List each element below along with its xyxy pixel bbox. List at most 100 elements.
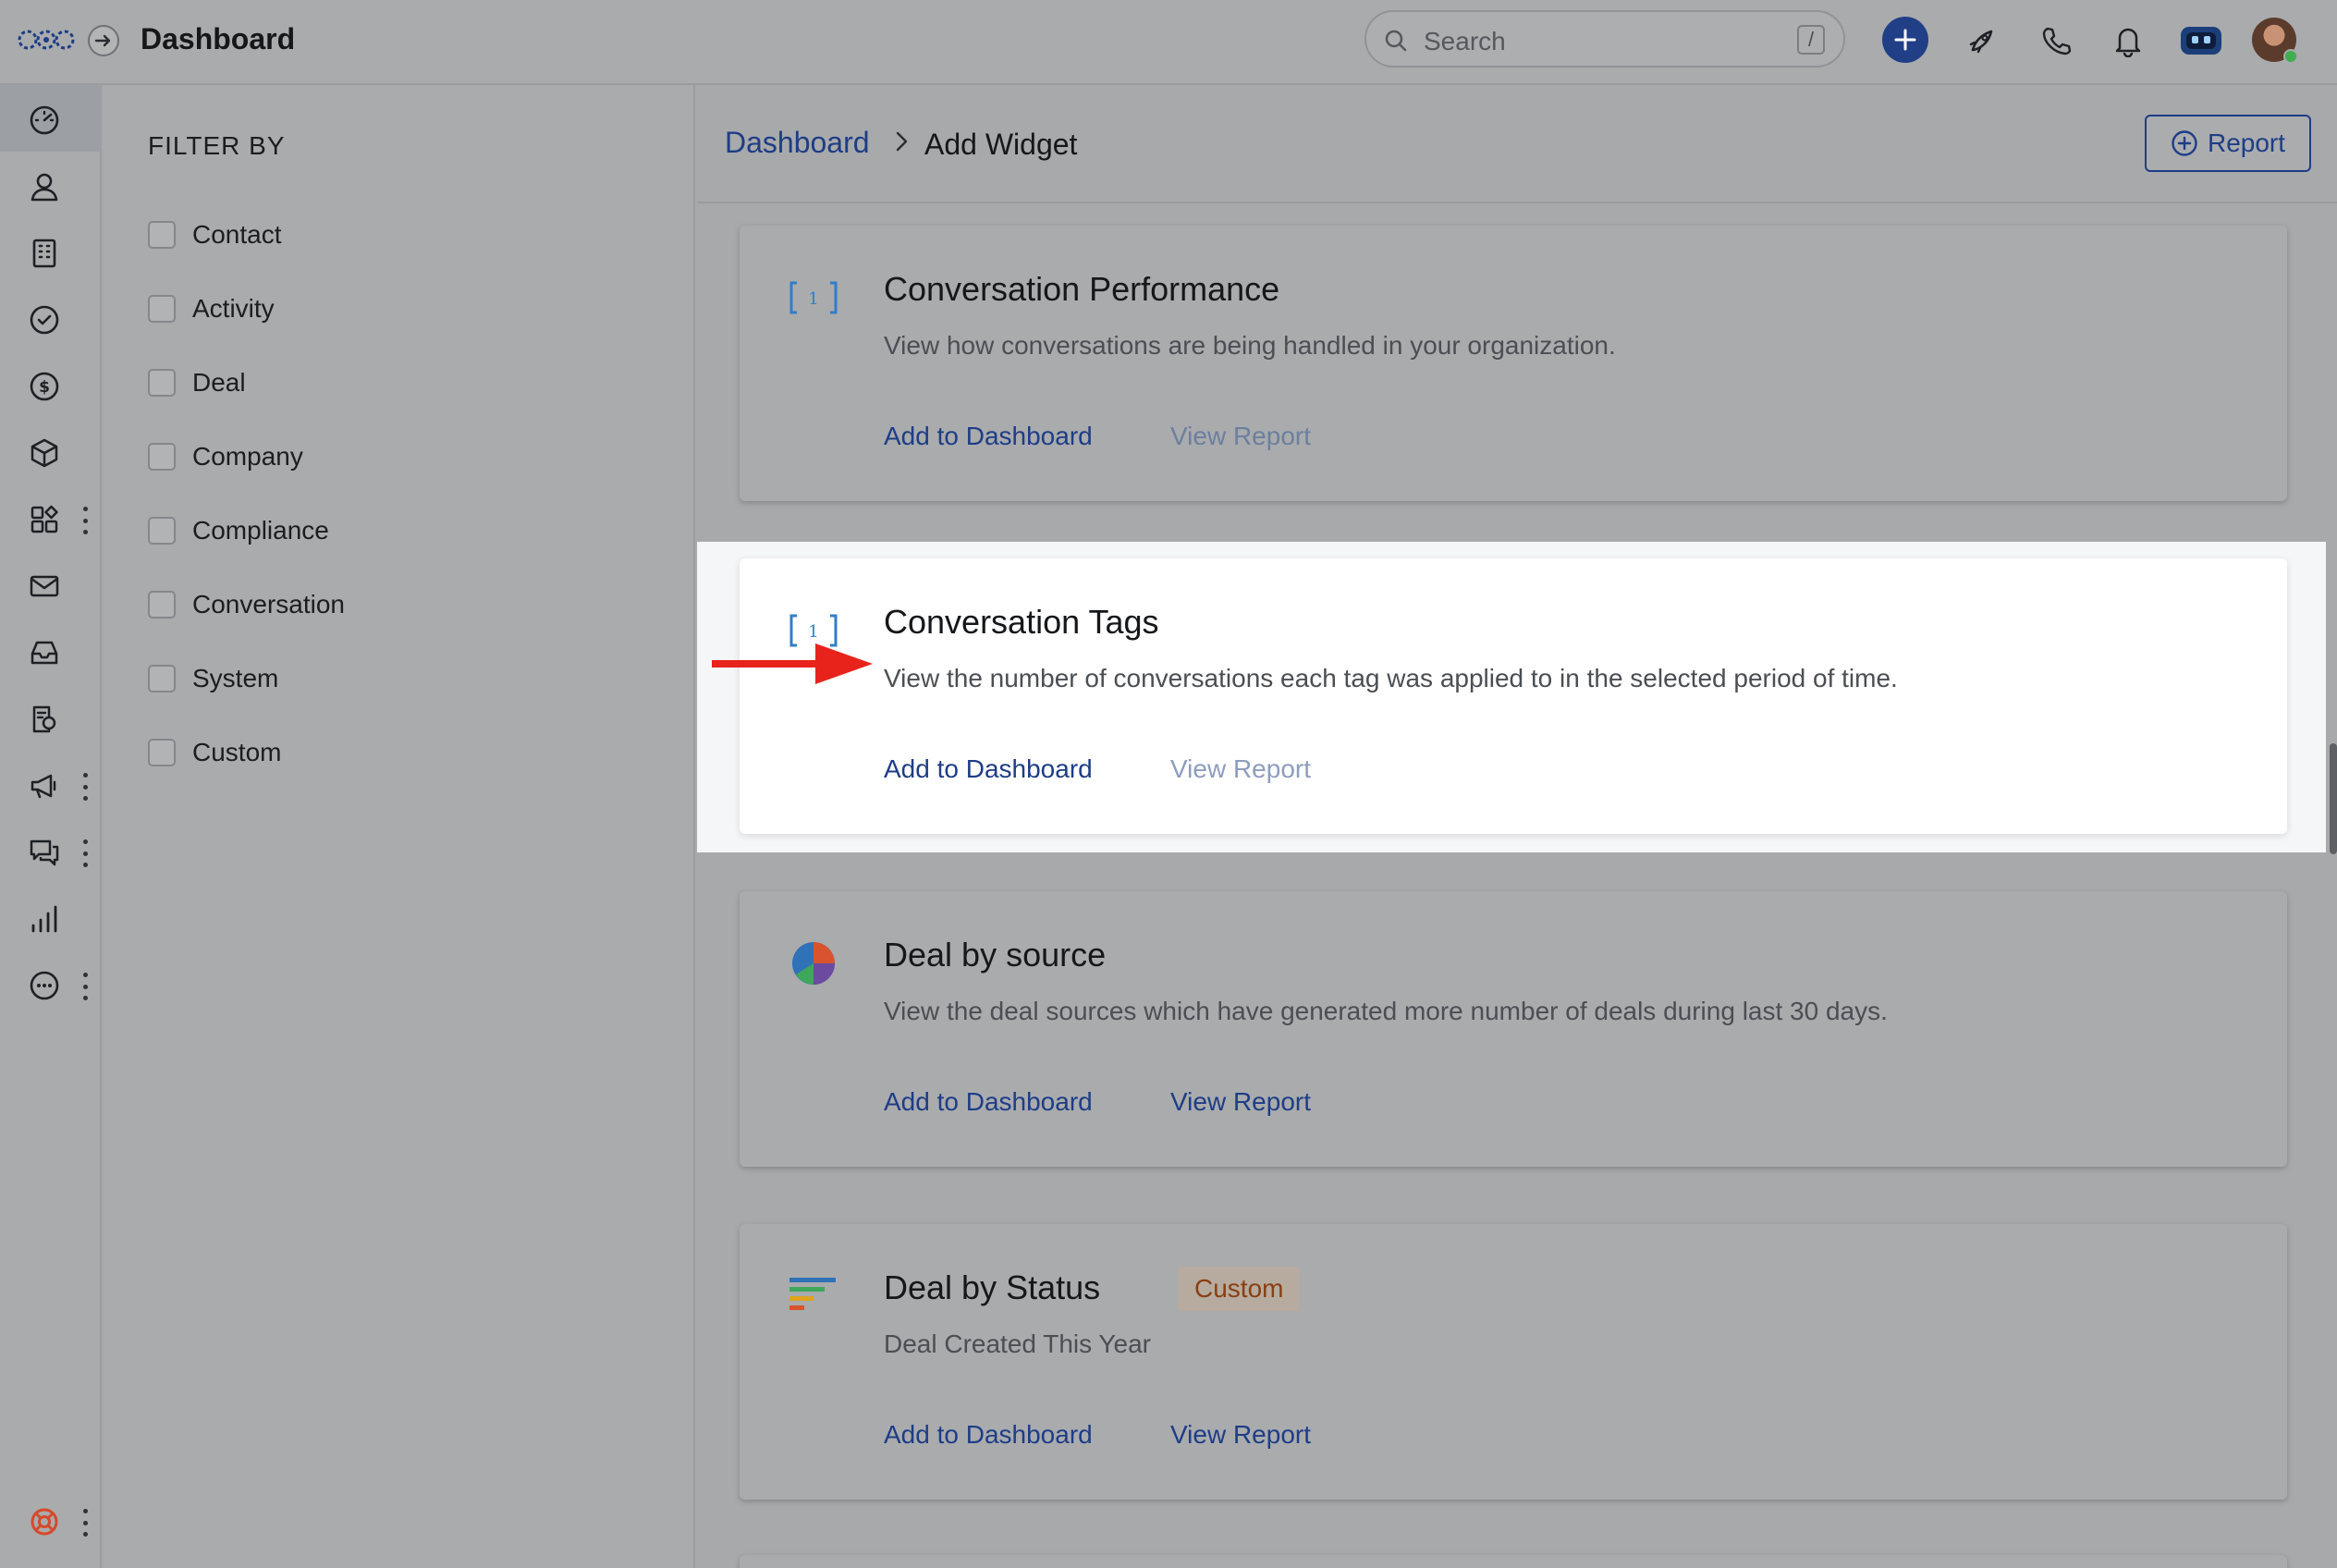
- filter-activity[interactable]: Activity: [148, 290, 275, 327]
- nav-contacts[interactable]: [26, 168, 63, 205]
- filter-checkbox[interactable]: [148, 665, 176, 692]
- widget-card-deal-by-status: Deal by Status Custom Deal Created This …: [740, 1224, 2287, 1500]
- view-report-link[interactable]: View Report: [1170, 1420, 1311, 1450]
- nav-dashboard[interactable]: [26, 102, 63, 139]
- filter-checkbox[interactable]: [148, 221, 176, 249]
- left-navigation-rail: $: [0, 85, 102, 1568]
- apps-icon: [31, 505, 58, 533]
- filter-label: Deal: [192, 368, 246, 397]
- bell-icon: [2115, 28, 2141, 57]
- widget-description: View how conversations are being handled…: [884, 331, 1616, 360]
- nav-help[interactable]: [26, 1503, 63, 1540]
- email-icon: [30, 575, 59, 597]
- chevron-right-icon: [896, 131, 908, 152]
- filter-company[interactable]: Company: [148, 438, 303, 475]
- svg-text:1: 1: [808, 622, 818, 642]
- add-icon: [1894, 29, 1916, 51]
- campaigns-icon: [31, 774, 56, 799]
- apps-more-button[interactable]: [80, 507, 91, 534]
- widget-card-next: [740, 1555, 2287, 1568]
- conversations-icon: [30, 839, 59, 866]
- companies-icon: [32, 239, 56, 268]
- view-report-link[interactable]: View Report: [1170, 1087, 1311, 1117]
- more-more-button[interactable]: [80, 973, 91, 1000]
- widget-card-conversation-tags: 1 Conversation Tags View the number of c…: [740, 558, 2287, 834]
- search-input[interactable]: Search: [1424, 27, 1506, 56]
- add-report-button[interactable]: Report: [2145, 115, 2311, 172]
- add-button[interactable]: [1882, 17, 1928, 63]
- nav-conversations[interactable]: [26, 834, 63, 871]
- red-arrow-pointer: [712, 643, 873, 684]
- breadcrumb-dashboard-link[interactable]: Dashboard: [725, 126, 870, 160]
- phone-button[interactable]: [2036, 20, 2076, 61]
- nav-more[interactable]: [26, 967, 63, 1004]
- nav-products[interactable]: [26, 435, 63, 472]
- filter-title: FILTER BY: [148, 131, 286, 160]
- widget-description: View the deal sources which have generat…: [884, 997, 1888, 1025]
- filter-label: Custom: [192, 738, 282, 766]
- search-bar[interactable]: Search /: [1364, 10, 1845, 67]
- add-to-dashboard-link[interactable]: Add to Dashboard: [884, 422, 1093, 451]
- widget-card-deal-by-source: Deal by source View the deal sources whi…: [740, 891, 2287, 1167]
- bracket-number-icon: 1: [789, 281, 838, 314]
- filter-label: Activity: [192, 294, 275, 323]
- notifications-button[interactable]: [2108, 20, 2148, 61]
- plus-circle-icon: [2172, 130, 2197, 156]
- tasks-icon: [30, 305, 59, 335]
- inbox-icon: [31, 641, 58, 665]
- filter-deal[interactable]: Deal: [148, 364, 246, 401]
- add-to-dashboard-link[interactable]: Add to Dashboard: [884, 754, 1093, 784]
- rocket-button[interactable]: [1962, 20, 2002, 61]
- app-logo-icon[interactable]: [17, 22, 76, 57]
- view-report-link[interactable]: View Report: [1170, 754, 1311, 784]
- nav-inbox[interactable]: [26, 634, 63, 671]
- reports-icon: [31, 905, 57, 933]
- help-more-button[interactable]: [80, 1509, 91, 1537]
- add-to-dashboard-link[interactable]: Add to Dashboard: [884, 1420, 1093, 1450]
- pie-chart-icon: [792, 942, 835, 985]
- filter-checkbox[interactable]: [148, 369, 176, 397]
- nav-apps[interactable]: [26, 501, 63, 538]
- filter-checkbox[interactable]: [148, 517, 176, 545]
- conversations-more-button[interactable]: [80, 839, 91, 867]
- widget-title: Conversation Tags: [884, 603, 1159, 641]
- svg-text:1: 1: [808, 289, 818, 309]
- filter-checkbox[interactable]: [148, 591, 176, 619]
- search-shortcut-key: /: [1797, 25, 1825, 55]
- rocket-icon: [1969, 30, 1993, 54]
- filter-system[interactable]: System: [148, 660, 278, 697]
- contacts-icon: [31, 173, 58, 202]
- filter-contact[interactable]: Contact: [148, 216, 282, 253]
- breadcrumb-current: Add Widget: [924, 128, 1078, 161]
- nav-tasks[interactable]: [26, 301, 63, 338]
- deals-icon: $: [30, 372, 59, 401]
- nav-deals[interactable]: $: [26, 368, 63, 405]
- widget-title: Deal by source: [884, 936, 1107, 974]
- custom-badge: Custom: [1178, 1267, 1301, 1311]
- filter-conversation[interactable]: Conversation: [148, 586, 345, 623]
- user-avatar[interactable]: [2252, 18, 2298, 64]
- nav-documents[interactable]: [26, 701, 63, 738]
- more-icon: [30, 971, 59, 1000]
- add-to-dashboard-link[interactable]: Add to Dashboard: [884, 1087, 1093, 1117]
- nav-email[interactable]: [26, 568, 63, 605]
- filter-custom[interactable]: Custom: [148, 734, 281, 771]
- nav-companies[interactable]: [26, 235, 63, 272]
- assistant-button[interactable]: [2178, 20, 2224, 61]
- widget-description: View the number of conversations each ta…: [884, 664, 1898, 692]
- nav-reports[interactable]: [26, 900, 63, 937]
- nav-campaigns[interactable]: [26, 767, 63, 804]
- expand-sidebar-button[interactable]: [88, 25, 119, 56]
- filter-label: Conversation: [192, 590, 345, 619]
- filter-checkbox[interactable]: [148, 295, 176, 323]
- online-status-dot: [2283, 49, 2298, 64]
- arrow-right-icon: [94, 34, 111, 47]
- filter-compliance[interactable]: Compliance: [148, 512, 329, 549]
- filter-checkbox[interactable]: [148, 739, 176, 766]
- filter-panel: FILTER BY Contact Activity Deal Company …: [104, 85, 695, 1568]
- campaigns-more-button[interactable]: [80, 773, 91, 801]
- filter-checkbox[interactable]: [148, 443, 176, 471]
- scrollbar-thumb[interactable]: [2330, 743, 2337, 854]
- view-report-link[interactable]: View Report: [1170, 422, 1311, 451]
- svg-text:$: $: [39, 378, 50, 397]
